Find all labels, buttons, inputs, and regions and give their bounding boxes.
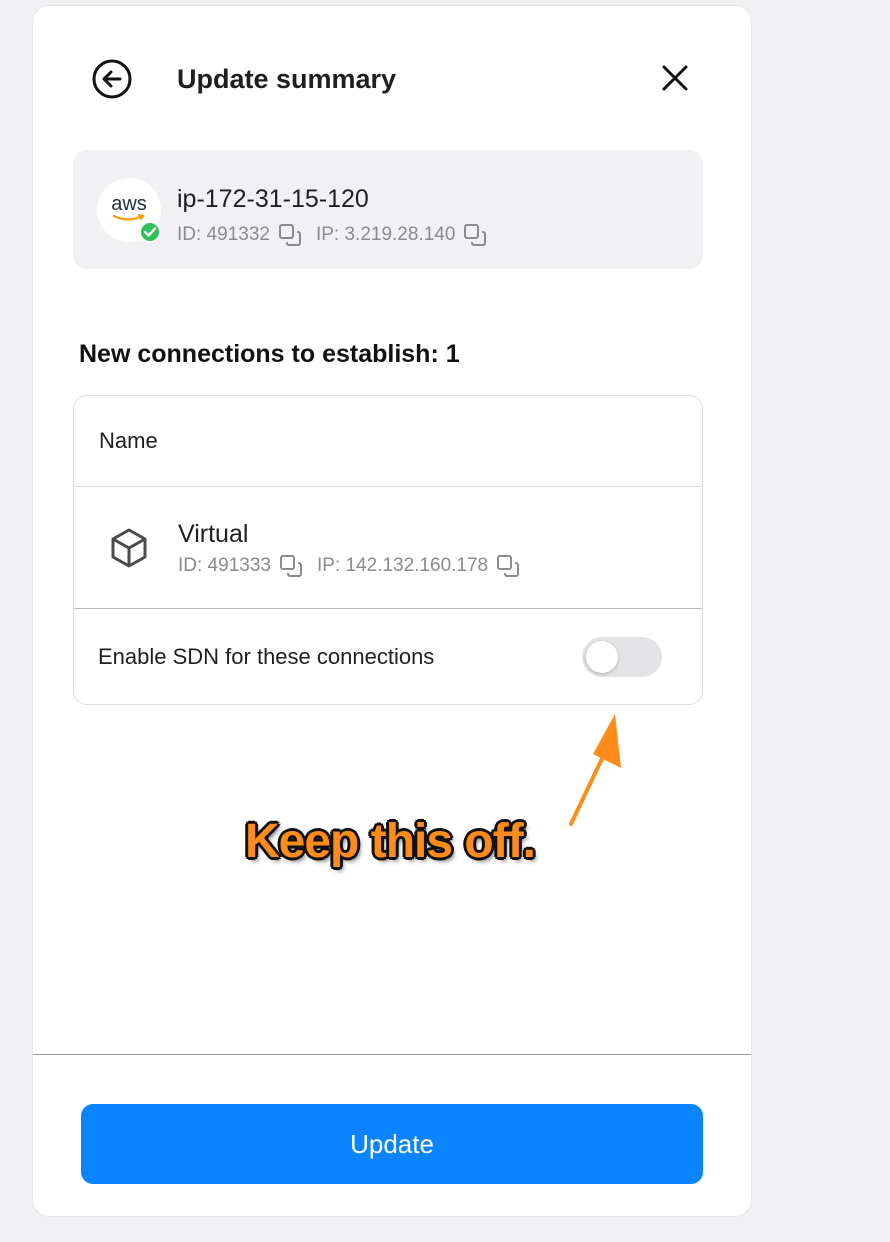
- copy-id-icon[interactable]: [279, 554, 303, 578]
- connection-ip: IP: 142.132.160.178: [316, 555, 489, 576]
- annotation-text: Keep this off.: [245, 815, 536, 868]
- page-title: Update summary: [177, 64, 397, 94]
- sdn-toggle-label: Enable SDN for these connections: [98, 644, 435, 669]
- close-icon: [662, 65, 688, 91]
- server-meta: ID: 491332 IP: 3.219.28.140: [177, 223, 487, 247]
- copy-ip-icon[interactable]: [496, 554, 520, 578]
- connection-id: ID: 491333: [178, 555, 271, 576]
- server-ip: IP: 3.219.28.140: [315, 224, 456, 245]
- connection-meta: ID: 491333 IP: 142.132.160.178: [178, 554, 520, 578]
- server-card: aws ip-172-31-15-120 ID: 491332 IP: 3.21…: [73, 150, 703, 269]
- toggle-knob: [586, 641, 618, 673]
- footer-divider: [33, 1054, 751, 1055]
- sdn-toggle[interactable]: [582, 637, 662, 677]
- update-summary-panel: Update summary aws ip-172-31-15-120 ID: …: [33, 6, 751, 1216]
- update-button[interactable]: Update: [81, 1104, 703, 1184]
- connections-heading: New connections to establish: 1: [79, 340, 460, 368]
- connections-table: Name Virtual ID: 491333 IP: 142.132.160.…: [73, 395, 703, 705]
- divider: [74, 486, 702, 487]
- close-button[interactable]: [653, 56, 697, 100]
- annotation-arrow-icon: [569, 714, 621, 826]
- column-header-name: Name: [99, 428, 158, 453]
- back-arrow-circle-icon: [92, 59, 132, 99]
- divider: [74, 608, 702, 609]
- copy-ip-icon[interactable]: [463, 223, 487, 247]
- cube-icon: [111, 528, 147, 568]
- back-button[interactable]: [90, 57, 134, 101]
- copy-id-icon[interactable]: [278, 223, 302, 247]
- server-name: ip-172-31-15-120: [177, 185, 369, 213]
- server-id: ID: 491332: [177, 224, 270, 245]
- connected-check-icon: [139, 221, 161, 243]
- connection-name: Virtual: [178, 520, 249, 548]
- aws-logo-text: aws: [111, 193, 147, 215]
